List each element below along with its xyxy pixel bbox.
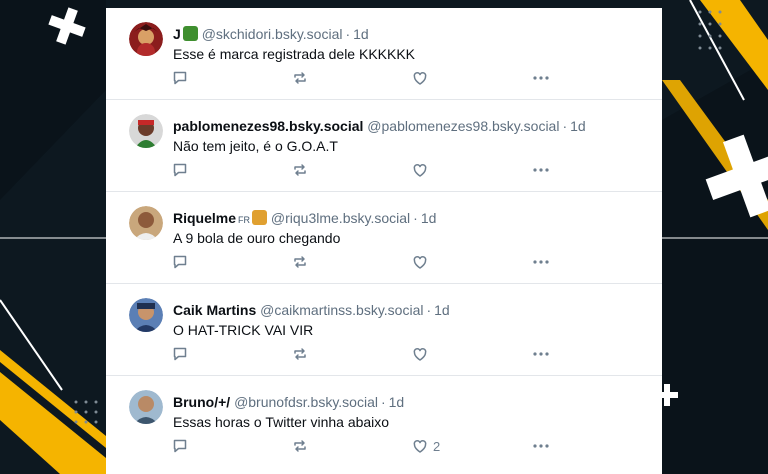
- like-button[interactable]: [412, 254, 433, 270]
- post-item[interactable]: Bruno/+/ @brunofdsr.bsky.social · 1d Essas…: [106, 376, 662, 468]
- repost-button[interactable]: [292, 438, 308, 454]
- like-button[interactable]: [412, 162, 433, 178]
- reply-icon: [173, 255, 187, 269]
- post-time[interactable]: 1d: [389, 394, 405, 410]
- post-feed: J @skchidori.bsky.social · 1d Esse é marca…: [106, 8, 662, 474]
- post-text: Esse é marca registrada dele KKKKKK: [173, 46, 416, 62]
- reply-icon: [173, 439, 187, 453]
- post-text: A 9 bola de ouro chegando: [173, 230, 341, 246]
- post-actions: [172, 254, 572, 270]
- author-handle[interactable]: @pablomenezes98.bsky.social: [367, 118, 559, 134]
- repost-icon: [294, 256, 306, 268]
- post-header: pablomenezes98.bsky.social @pablomenezes…: [173, 118, 652, 134]
- repost-icon: [294, 348, 306, 360]
- post-text: O HAT-TRICK VAI VIR: [173, 322, 314, 338]
- avatar[interactable]: [129, 206, 163, 240]
- more-icon: [533, 76, 549, 80]
- author-name[interactable]: Bruno/+/: [173, 394, 230, 410]
- repost-icon: [294, 164, 306, 176]
- repost-icon: [294, 440, 306, 452]
- post-time[interactable]: 1d: [434, 302, 450, 318]
- post-time[interactable]: 1d: [570, 118, 586, 134]
- separator-dot: ·: [426, 302, 432, 318]
- reply-icon: [173, 347, 187, 361]
- post-header: Riquelme FR @riqu3lme.bsky.social · 1d: [173, 210, 652, 226]
- repost-icon: [294, 72, 306, 84]
- post-header: Caik Martins @caikmartinss.bsky.social · 1…: [173, 302, 652, 318]
- author-name[interactable]: J: [173, 26, 181, 42]
- author-handle[interactable]: @brunofdsr.bsky.social: [234, 394, 378, 410]
- reply-icon: [173, 71, 187, 85]
- separator-dot: ·: [380, 394, 386, 410]
- snake-emoji-icon: [182, 26, 198, 41]
- country-badge: FR: [238, 215, 251, 225]
- post-item[interactable]: J @skchidori.bsky.social · 1d Esse é marca…: [106, 8, 662, 100]
- more-options-button[interactable]: [532, 346, 550, 362]
- avatar[interactable]: [129, 390, 163, 424]
- post-time[interactable]: 1d: [353, 26, 369, 42]
- avatar[interactable]: [129, 22, 163, 56]
- post-actions: [172, 70, 572, 86]
- author-handle[interactable]: @caikmartinss.bsky.social: [260, 302, 423, 318]
- more-options-button[interactable]: [532, 162, 550, 178]
- more-icon: [533, 260, 549, 264]
- heart-icon: [413, 347, 427, 361]
- post-actions: [172, 346, 572, 362]
- like-count: 2: [433, 438, 441, 454]
- post-text: Não tem jeito, é o G.O.A.T: [173, 138, 338, 154]
- heart-icon: [413, 255, 427, 269]
- author-handle[interactable]: @skchidori.bsky.social: [202, 26, 343, 42]
- reply-button[interactable]: [172, 438, 188, 454]
- more-icon: [533, 352, 549, 356]
- lion-emoji-icon: [252, 210, 268, 225]
- like-button[interactable]: 2: [412, 438, 440, 454]
- avatar[interactable]: [129, 114, 163, 148]
- heart-icon: [413, 163, 427, 177]
- reply-button[interactable]: [172, 162, 188, 178]
- repost-button[interactable]: [292, 346, 308, 362]
- post-header: Bruno/+/ @brunofdsr.bsky.social · 1d: [173, 394, 652, 410]
- like-button[interactable]: [412, 346, 433, 362]
- more-options-button[interactable]: [532, 70, 550, 86]
- more-icon: [533, 168, 549, 172]
- separator-dot: ·: [345, 26, 351, 42]
- author-name[interactable]: Riquelme: [173, 210, 236, 226]
- separator-dot: ·: [562, 118, 568, 134]
- author-name[interactable]: pablomenezes98.bsky.social: [173, 118, 363, 134]
- heart-icon: [413, 439, 427, 453]
- reply-button[interactable]: [172, 70, 188, 86]
- separator-dot: ·: [413, 210, 418, 226]
- post-item[interactable]: Riquelme FR @riqu3lme.bsky.social · 1d A 9 …: [106, 192, 662, 284]
- post-time[interactable]: 1d: [421, 210, 437, 226]
- post-item[interactable]: Caik Martins @caikmartinss.bsky.social · 1…: [106, 284, 662, 376]
- reply-button[interactable]: [172, 254, 188, 270]
- post-item[interactable]: pablomenezes98.bsky.social @pablomenezes…: [106, 100, 662, 192]
- more-options-button[interactable]: [532, 438, 550, 454]
- avatar[interactable]: [129, 298, 163, 332]
- post-text: Essas horas o Twitter vinha abaixo: [173, 414, 390, 430]
- author-handle[interactable]: @riqu3lme.bsky.social: [271, 210, 410, 226]
- post-header: J @skchidori.bsky.social · 1d: [173, 26, 652, 42]
- post-actions: 2: [172, 438, 572, 454]
- more-options-button[interactable]: [532, 254, 550, 270]
- repost-button[interactable]: [292, 254, 308, 270]
- reply-icon: [173, 163, 187, 177]
- author-name[interactable]: Caik Martins: [173, 302, 256, 318]
- heart-icon: [413, 71, 427, 85]
- like-button[interactable]: [412, 70, 433, 86]
- reply-button[interactable]: [172, 346, 188, 362]
- repost-button[interactable]: [292, 162, 308, 178]
- more-icon: [533, 444, 549, 448]
- repost-button[interactable]: [292, 70, 308, 86]
- post-actions: [172, 162, 572, 178]
